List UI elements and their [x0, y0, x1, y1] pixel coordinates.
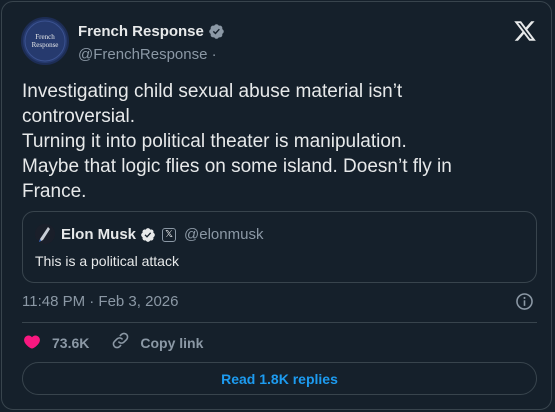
tweet-text-line: France. [22, 181, 87, 202]
quoted-name-row: Elon Musk 𝕏 @elonmusk [61, 226, 263, 243]
x-logo-icon[interactable] [513, 19, 537, 43]
tweet-card: French Response French Response @FrenchR… [1, 1, 552, 410]
copy-link-label: Copy link [140, 335, 204, 351]
author-display-name[interactable]: French Response [78, 23, 204, 40]
quoted-tweet[interactable]: Elon Musk 𝕏 @elonmusk This is a politica… [22, 211, 537, 283]
tweet-timestamp[interactable]: 11:48 PM · Feb 3, 2026 [22, 293, 178, 310]
read-replies-button[interactable]: Read 1.8K replies [22, 362, 537, 395]
info-icon[interactable] [515, 292, 534, 311]
like-count[interactable]: 73.6K [52, 335, 89, 351]
avatar-line-2: Response [32, 41, 59, 49]
french-response-logo-icon: French Response [23, 19, 67, 63]
author-handle[interactable]: @FrenchResponse · [78, 46, 217, 63]
verified-badge-icon [208, 23, 225, 40]
tweet-text-line: Turning it into political theater is man… [22, 131, 407, 152]
author-name-row: French Response [78, 23, 225, 40]
rocket-avatar-icon [35, 224, 55, 244]
avatar-line-1: French [35, 33, 55, 41]
copy-link-button[interactable]: Copy link [111, 331, 203, 355]
tweet-text-line: Investigating child sexual abuse materia… [22, 81, 403, 102]
quoted-text: This is a political attack [35, 253, 179, 269]
quoted-display-name[interactable]: Elon Musk [61, 226, 136, 243]
divider [22, 322, 537, 323]
tweet-text-line: Maybe that logic flies on some island. D… [22, 156, 452, 177]
tweet-text-line: controversial. [22, 106, 135, 127]
quoted-handle[interactable]: @elonmusk [184, 226, 263, 243]
action-bar: 73.6K Copy link [22, 331, 203, 356]
verified-badge-icon [140, 227, 156, 243]
like-heart-icon[interactable] [22, 331, 42, 356]
quoted-author-avatar[interactable] [35, 224, 55, 244]
link-icon [111, 331, 130, 355]
x-affiliate-badge-icon: 𝕏 [162, 227, 177, 242]
tweet-body: Investigating child sexual abuse materia… [22, 79, 522, 204]
author-avatar[interactable]: French Response [21, 17, 69, 65]
